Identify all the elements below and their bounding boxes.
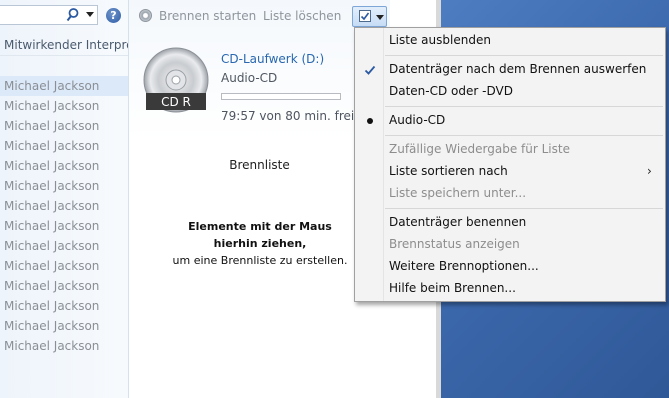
start-burn-button[interactable]: Brennen starten [159, 9, 256, 23]
artist-list-item[interactable]: Michael Jackson [0, 216, 128, 236]
chevron-down-icon [376, 15, 384, 20]
menu-item-8[interactable]: Datenträger benennen [355, 212, 665, 234]
artist-list-item[interactable]: Michael Jackson [0, 136, 128, 156]
menu-item-label: Audio-CD [389, 113, 446, 127]
burn-list-title: Brennliste [229, 158, 290, 172]
menu-separator [385, 55, 663, 56]
burn-disc-icon [139, 9, 152, 22]
menu-item-3[interactable]: Daten-CD oder -DVD [355, 81, 665, 103]
search-icon[interactable] [66, 8, 79, 22]
menu-separator [385, 135, 663, 136]
menu-item-10[interactable]: Weitere Brennoptionen... [355, 256, 665, 278]
list-options-menu: Liste ausblenden Datenträger nach dem Bre… [354, 27, 666, 302]
library-list-pane: ? Mitwirkender Interpret Michael Jackson… [0, 0, 129, 398]
menu-item-label: Weitere Brennoptionen... [389, 259, 539, 273]
checkmark-icon [364, 65, 376, 75]
menu-item-label: Brennstatus anzeigen [389, 237, 520, 251]
menu-item-7: Liste speichern unter... [355, 183, 665, 205]
clear-list-button[interactable]: Liste löschen [263, 9, 341, 23]
artist-list-item[interactable]: Michael Jackson [0, 116, 128, 136]
menu-item-label: Datenträger benennen [389, 215, 527, 229]
burn-pane: Brennen starten Liste löschen CD R CD-La… [129, 0, 390, 398]
disc-type-label: Audio-CD [221, 71, 278, 85]
artist-list-item[interactable]: Michael Jackson [0, 176, 128, 196]
menu-item-label: Datenträger nach dem Brennen auswerfen [389, 62, 647, 76]
artist-list-item[interactable]: Michael Jackson [0, 316, 128, 336]
drop-hint-bold: Elemente mit der Maus hierhin ziehen, [188, 220, 332, 250]
search-input[interactable] [0, 5, 98, 25]
artist-list-item[interactable]: Michael Jackson [0, 276, 128, 296]
artist-list-item[interactable]: Michael Jackson [0, 296, 128, 316]
menu-item-1[interactable]: Liste ausblenden [355, 30, 665, 52]
radio-bullet-icon [367, 118, 373, 124]
artist-list-item[interactable]: Michael Jackson [0, 156, 128, 176]
menu-item-label: Daten-CD oder -DVD [389, 84, 513, 98]
artist-list-item[interactable]: Michael Jackson [0, 236, 128, 256]
menu-item-label: Zufällige Wiedergabe für Liste [389, 142, 570, 156]
capacity-bar [221, 93, 341, 100]
menu-item-label: Hilfe beim Brennen... [389, 281, 516, 295]
column-header-contributing-artist[interactable]: Mitwirkender Interpret [0, 34, 128, 56]
drop-hint: Elemente mit der Maus hierhin ziehen, um… [169, 218, 351, 269]
help-icon[interactable]: ? [106, 8, 121, 23]
artist-list-item[interactable]: Michael Jackson [0, 76, 128, 96]
burn-toolbar: Brennen starten Liste löschen [129, 0, 390, 32]
artist-list: Michael Jackson Michael Jackson Michael Ja… [0, 76, 128, 356]
menu-separator [385, 208, 663, 209]
artist-list-item[interactable]: Michael Jackson [0, 196, 128, 216]
artist-list-item[interactable]: Michael Jackson [0, 96, 128, 116]
menu-separator [385, 106, 663, 107]
list-options-icon [359, 10, 371, 22]
artist-list-item[interactable]: Michael Jackson [0, 256, 128, 276]
cd-disc-icon: CD R [143, 47, 209, 113]
artist-list-item[interactable]: Michael Jackson [0, 336, 128, 356]
free-space-text: 79:57 von 80 min. frei [221, 109, 355, 123]
menu-item-label: Liste ausblenden [389, 33, 491, 47]
search-dropdown-icon[interactable] [86, 12, 94, 17]
menu-item-label: Liste sortieren nach [389, 164, 508, 178]
drive-name-link[interactable]: CD-Laufwerk (D:) [221, 52, 324, 66]
menu-item-9: Brennstatus anzeigen [355, 234, 665, 256]
menu-item-label: Liste speichern unter... [389, 186, 527, 200]
menu-item-4[interactable]: Audio-CD [355, 110, 665, 132]
list-options-button[interactable] [352, 6, 387, 27]
menu-item-11[interactable]: Hilfe beim Brennen... [355, 278, 665, 300]
submenu-arrow-icon: › [647, 164, 652, 178]
menu-item-2[interactable]: Datenträger nach dem Brennen auswerfen [355, 59, 665, 81]
menu-item-6[interactable]: Liste sortieren nach › [355, 161, 665, 183]
disc-label: CD R [161, 95, 191, 109]
menu-item-5: Zufällige Wiedergabe für Liste [355, 139, 665, 161]
drop-hint-text: um eine Brennliste zu erstellen. [172, 254, 348, 267]
